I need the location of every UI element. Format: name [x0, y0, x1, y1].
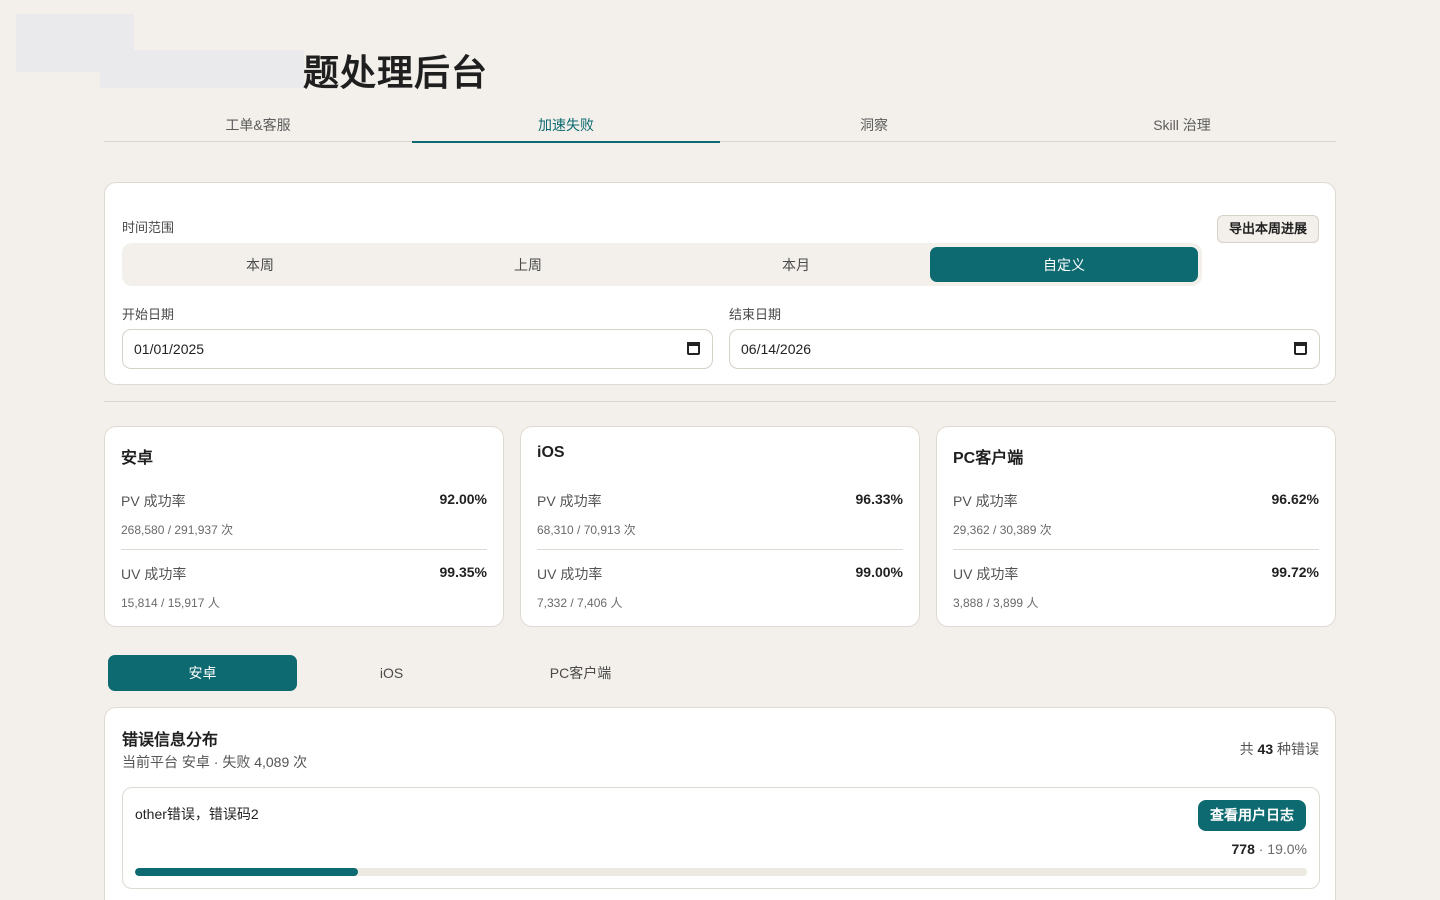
pv-rate-value: 96.62%: [1271, 491, 1319, 507]
platform-tab-android[interactable]: 安卓: [108, 655, 297, 691]
calendar-icon[interactable]: [1294, 342, 1307, 355]
tab-insights[interactable]: 洞察: [720, 106, 1028, 141]
platform-tabs: 安卓 iOS PC客户端: [108, 655, 675, 691]
error-item: other错误，错误码2 查看用户日志 778 · 19.0%: [122, 787, 1320, 889]
pv-rate-value: 96.33%: [855, 491, 903, 507]
error-distribution-card: 错误信息分布 当前平台 安卓 · 失败 4,089 次 共 43 种错误 oth…: [104, 707, 1336, 900]
time-range-selector: 本周 上周 本月 自定义: [122, 243, 1202, 286]
platform-name: iOS: [537, 444, 565, 461]
error-share-fill: [135, 868, 358, 876]
error-section-subtitle: 当前平台 安卓 · 失败 4,089 次: [122, 754, 308, 770]
platform-tab-ios[interactable]: iOS: [297, 655, 486, 691]
calendar-icon[interactable]: [687, 342, 700, 355]
pv-detail: 268,580 / 291,937 次: [121, 523, 234, 537]
pv-rate-label: PV 成功率: [537, 493, 602, 509]
total-prefix: 共: [1239, 741, 1254, 757]
uv-rate-value: 99.35%: [439, 564, 487, 580]
start-date-input[interactable]: 01/01/2025: [122, 329, 713, 369]
range-this-month[interactable]: 本月: [662, 247, 930, 282]
stat-separator: [537, 549, 903, 550]
section-divider: [104, 401, 1336, 402]
uv-rate-label: UV 成功率: [537, 566, 603, 582]
main-tabs: 工单&客服 加速失败 洞察 Skill 治理: [104, 106, 1336, 143]
view-user-log-button[interactable]: 查看用户日志: [1198, 800, 1306, 831]
filter-card: 时间范围 导出本周进展 本周 上周 本月 自定义 开始日期 01/01/2025…: [104, 182, 1336, 385]
uv-rate-label: UV 成功率: [121, 566, 187, 582]
stat-card-ios: iOS PV 成功率 96.33% 68,310 / 70,913 次 UV 成…: [520, 426, 920, 627]
platform-tab-pc[interactable]: PC客户端: [486, 655, 675, 691]
range-this-week[interactable]: 本周: [126, 247, 394, 282]
stat-card-android: 安卓 PV 成功率 92.00% 268,580 / 291,937 次 UV …: [104, 426, 504, 627]
range-custom[interactable]: 自定义: [930, 247, 1198, 282]
platform-name: 安卓: [121, 450, 154, 467]
pv-rate-value: 92.00%: [439, 491, 487, 507]
tab-skill-governance[interactable]: Skill 治理: [1028, 106, 1336, 141]
start-date-value: 01/01/2025: [134, 341, 205, 357]
platform-name: PC客户端: [953, 450, 1024, 467]
pv-rate-label: PV 成功率: [121, 493, 186, 509]
range-last-week[interactable]: 上周: [394, 247, 662, 282]
tab-tickets[interactable]: 工单&客服: [104, 106, 412, 141]
error-count: 778 · 19.0%: [1232, 841, 1308, 857]
start-date-label: 开始日期: [122, 307, 175, 322]
uv-rate-value: 99.00%: [855, 564, 903, 580]
error-percent: · 19.0%: [1258, 841, 1307, 857]
error-section-title: 错误信息分布: [122, 732, 219, 749]
stat-card-pc: PC客户端 PV 成功率 96.62% 29,362 / 30,389 次 UV…: [936, 426, 1336, 627]
logo-placeholder-secondary: [100, 50, 304, 88]
uv-detail: 3,888 / 3,899 人: [953, 596, 1039, 610]
end-date-value: 06/14/2026: [741, 341, 812, 357]
end-date-input[interactable]: 06/14/2026: [729, 329, 1320, 369]
uv-detail: 7,332 / 7,406 人: [537, 596, 623, 610]
time-range-label: 时间范围: [122, 220, 175, 235]
export-weekly-button[interactable]: 导出本周进展: [1216, 215, 1319, 243]
page-title: 题处理后台: [303, 52, 489, 93]
error-count-value: 778: [1231, 841, 1255, 857]
total-count: 43: [1257, 741, 1274, 757]
uv-detail: 15,814 / 15,917 人: [121, 596, 220, 610]
error-type-total: 共 43 种错误: [1240, 739, 1319, 759]
error-share-bar: [135, 868, 1307, 876]
stat-separator: [121, 549, 487, 550]
total-suffix: 种错误: [1277, 741, 1319, 757]
stat-separator: [953, 549, 1319, 550]
uv-rate-value: 99.72%: [1271, 564, 1319, 580]
pv-rate-label: PV 成功率: [953, 493, 1018, 509]
end-date-label: 结束日期: [729, 307, 782, 322]
uv-rate-label: UV 成功率: [953, 566, 1019, 582]
tab-acceleration-failure[interactable]: 加速失败: [412, 106, 720, 143]
pv-detail: 68,310 / 70,913 次: [537, 523, 636, 537]
pv-detail: 29,362 / 30,389 次: [953, 523, 1052, 537]
error-message: other错误，错误码2: [135, 806, 259, 822]
